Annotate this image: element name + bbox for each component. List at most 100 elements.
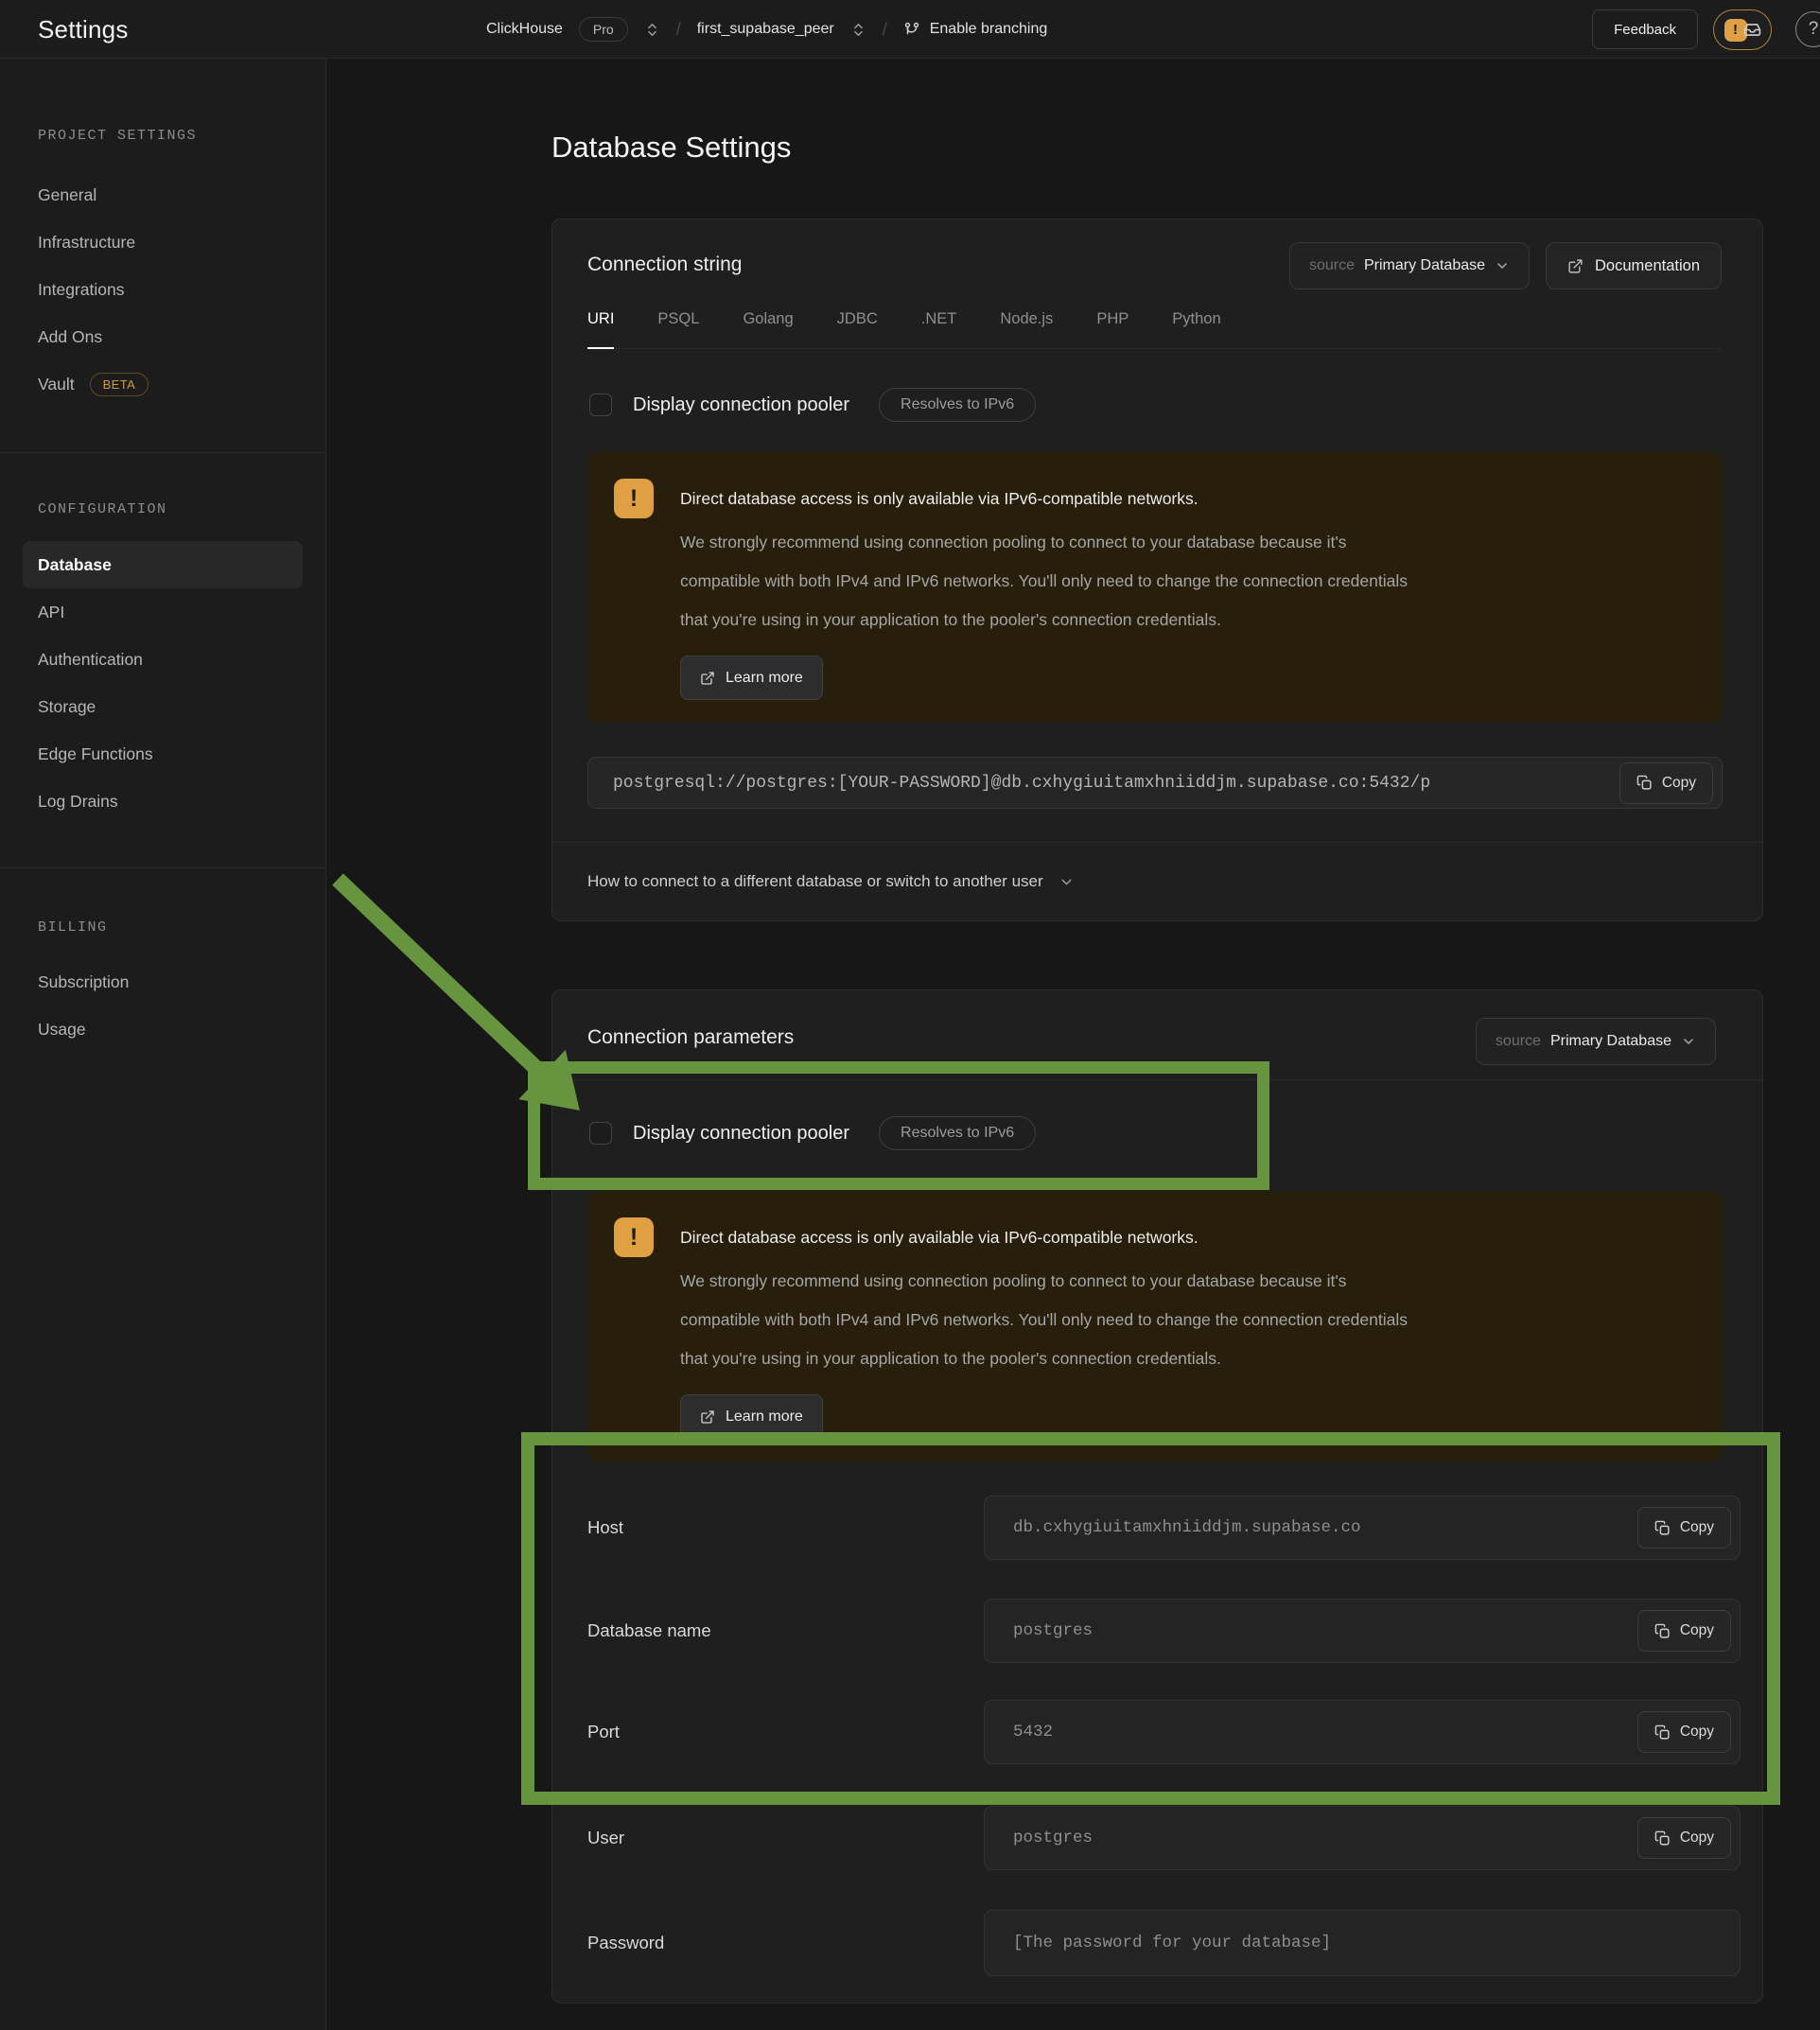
source-select-value: Primary Database — [1550, 1033, 1671, 1050]
password-placeholder: [The password for your database] — [1013, 1934, 1331, 1952]
enable-branching-button[interactable]: Enable branching — [903, 21, 1048, 38]
help-button[interactable]: ? — [1795, 11, 1820, 47]
copy-icon — [1636, 775, 1653, 791]
documentation-button[interactable]: Documentation — [1546, 242, 1722, 289]
tab-golang[interactable]: Golang — [743, 310, 793, 348]
sidebar-item-authentication[interactable]: Authentication — [0, 636, 325, 683]
sidebar-item-log-drains[interactable]: Log Drains — [0, 778, 325, 825]
enable-branching-label: Enable branching — [930, 21, 1048, 38]
display-connection-pooler-checkbox[interactable] — [589, 394, 612, 416]
connect-different-database-link[interactable]: How to connect to a different database o… — [552, 842, 1762, 920]
resolves-to-ipv6-badge: Resolves to IPv6 — [879, 388, 1036, 422]
sidebar-item-add-ons[interactable]: Add Ons — [0, 313, 325, 360]
learn-more-label: Learn more — [726, 670, 803, 687]
sidebar-item-vault-label: Vault — [38, 375, 75, 394]
tab-dotnet[interactable]: .NET — [921, 310, 957, 348]
connection-string-card: Connection string source Primary Databas… — [551, 219, 1763, 921]
warning-icon: ! — [614, 1217, 654, 1257]
breadcrumb-separator: / — [883, 20, 887, 40]
chevrons-up-down-icon[interactable] — [850, 22, 866, 38]
copy-label: Copy — [1662, 775, 1696, 792]
tab-jdbc[interactable]: JDBC — [837, 310, 878, 348]
warning-title: Direct database access is only available… — [680, 1225, 1416, 1250]
git-branch-icon — [903, 21, 920, 38]
password-input[interactable]: [The password for your database] — [984, 1910, 1741, 1976]
annotation-box-pooler — [528, 1061, 1269, 1190]
chevron-down-icon — [1059, 874, 1075, 890]
sidebar-item-vault[interactable]: Vault BETA — [0, 360, 325, 408]
ipv6-warning-banner: ! Direct database access is only availab… — [587, 452, 1723, 723]
tab-php[interactable]: PHP — [1096, 310, 1129, 348]
password-field-row: Password [The password for your database… — [587, 1910, 1741, 1976]
chevron-down-icon — [1495, 258, 1510, 273]
user-input[interactable]: postgres Copy — [984, 1806, 1741, 1870]
annotation-arrow-shaft — [332, 873, 549, 1080]
warning-title: Direct database access is only available… — [680, 486, 1416, 511]
documentation-label: Documentation — [1595, 257, 1700, 275]
connection-uri-field[interactable]: postgresql://postgres:[YOUR-PASSWORD]@db… — [587, 757, 1723, 809]
connection-parameters-heading: Connection parameters — [587, 1026, 794, 1049]
settings-sidebar: PROJECT SETTINGS General Infrastructure … — [0, 59, 326, 2030]
sidebar-item-general[interactable]: General — [0, 171, 325, 219]
database-settings-title: Database Settings — [551, 131, 791, 165]
warning-body: We strongly recommend using connection p… — [680, 523, 1416, 639]
external-link-icon — [1567, 258, 1584, 274]
copy-uri-button[interactable]: Copy — [1619, 762, 1713, 804]
sidebar-item-usage[interactable]: Usage — [0, 1006, 325, 1053]
sidebar-item-database[interactable]: Database — [23, 541, 303, 588]
tab-python[interactable]: Python — [1172, 310, 1220, 348]
connection-string-tabs: URI PSQL Golang JDBC .NET Node.js PHP Py… — [587, 310, 1721, 349]
notifications-button[interactable]: ! — [1713, 9, 1772, 50]
sidebar-section-project-settings: PROJECT SETTINGS — [38, 128, 197, 144]
tab-uri[interactable]: URI — [587, 310, 614, 349]
plan-badge: Pro — [579, 17, 628, 42]
sidebar-item-api[interactable]: API — [0, 588, 325, 636]
beta-badge: BETA — [90, 373, 149, 396]
warning-body: We strongly recommend using connection p… — [680, 1262, 1416, 1378]
external-link-icon — [700, 1409, 715, 1425]
external-link-icon — [700, 671, 715, 686]
sidebar-section-billing: BILLING — [38, 919, 108, 936]
source-select[interactable]: source Primary Database — [1476, 1018, 1716, 1065]
breadcrumb-separator: / — [676, 20, 681, 40]
source-select-value: Primary Database — [1364, 257, 1485, 274]
settings-page: Settings ClickHouse Pro / first_supabase… — [0, 0, 1820, 2030]
annotation-box-parameters — [521, 1432, 1780, 1805]
sidebar-item-integrations[interactable]: Integrations — [0, 266, 325, 313]
display-connection-pooler-label: Display connection pooler — [633, 394, 849, 416]
tab-nodejs[interactable]: Node.js — [1000, 310, 1053, 348]
sidebar-item-subscription[interactable]: Subscription — [0, 958, 325, 1006]
breadcrumb-project[interactable]: first_supabase_peer — [697, 21, 834, 38]
user-label: User — [587, 1828, 624, 1848]
tab-psql[interactable]: PSQL — [657, 310, 699, 348]
top-bar: Settings ClickHouse Pro / first_supabase… — [0, 0, 1820, 59]
breadcrumb: ClickHouse Pro / first_supabase_peer / E… — [486, 0, 1047, 59]
sidebar-item-storage[interactable]: Storage — [0, 683, 325, 730]
copy-icon — [1654, 1830, 1671, 1846]
connection-string-heading: Connection string — [587, 254, 742, 276]
chevrons-up-down-icon[interactable] — [644, 22, 660, 38]
ipv6-warning-banner: ! Direct database access is only availab… — [587, 1191, 1723, 1461]
page-title: Settings — [38, 0, 129, 59]
source-select-prefix: source — [1496, 1033, 1541, 1050]
sidebar-section-configuration: CONFIGURATION — [38, 501, 167, 517]
chevron-down-icon — [1681, 1034, 1696, 1049]
copy-label: Copy — [1680, 1829, 1714, 1846]
user-value: postgres — [1013, 1829, 1093, 1847]
breadcrumb-org[interactable]: ClickHouse — [486, 21, 563, 38]
user-field-row: User postgres Copy — [587, 1806, 1741, 1870]
sidebar-item-edge-functions[interactable]: Edge Functions — [0, 730, 325, 778]
sidebar-item-infrastructure[interactable]: Infrastructure — [0, 219, 325, 266]
source-select-prefix: source — [1309, 257, 1355, 274]
password-label: Password — [587, 1933, 664, 1953]
feedback-button[interactable]: Feedback — [1592, 9, 1698, 49]
copy-user-button[interactable]: Copy — [1637, 1817, 1731, 1859]
connect-different-database-label: How to connect to a different database o… — [587, 872, 1043, 891]
sidebar-divider — [0, 867, 325, 868]
sidebar-divider — [0, 452, 325, 453]
learn-more-button[interactable]: Learn more — [680, 656, 823, 700]
learn-more-label: Learn more — [726, 1409, 803, 1426]
inbox-icon — [1743, 21, 1761, 39]
warning-icon: ! — [614, 479, 654, 518]
source-select[interactable]: source Primary Database — [1289, 242, 1530, 289]
